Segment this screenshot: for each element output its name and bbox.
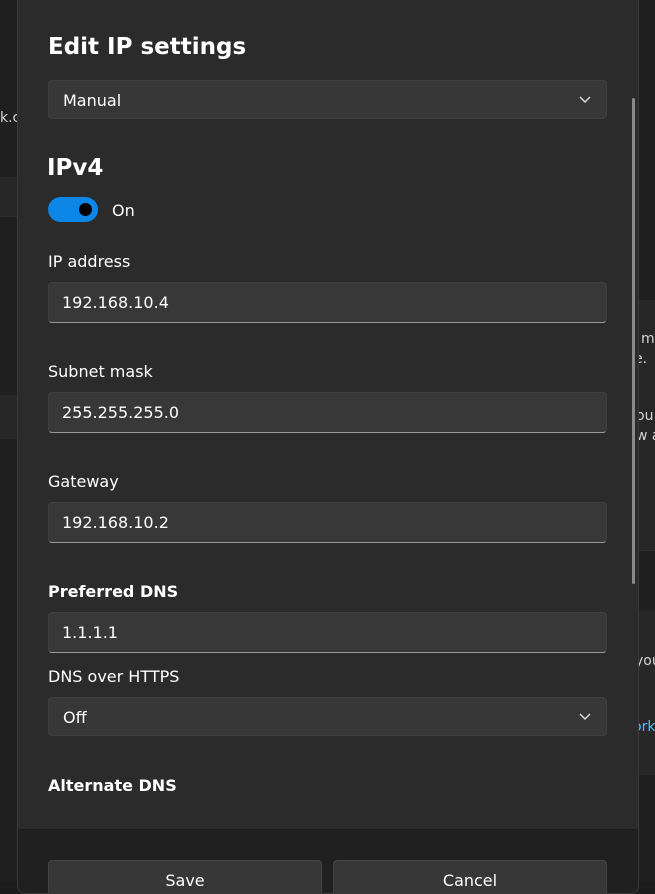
dialog-title: Edit IP settings <box>48 34 246 60</box>
edit-ip-settings-dialog: Edit IP settings Manual IPv4 On IP addre… <box>17 0 639 894</box>
dns-over-https-label: DNS over HTTPS <box>48 667 179 686</box>
subnet-mask-input[interactable] <box>49 393 606 432</box>
background-row <box>0 395 17 439</box>
gateway-label: Gateway <box>48 472 119 491</box>
dialog-content: Edit IP settings Manual IPv4 On IP addre… <box>18 0 638 829</box>
background-row <box>0 177 17 217</box>
ip-address-input[interactable] <box>49 283 606 322</box>
ip-mode-value: Manual <box>63 91 121 110</box>
subnet-mask-label: Subnet mask <box>48 362 153 381</box>
preferred-dns-input[interactable] <box>49 613 606 652</box>
ipv4-heading: IPv4 <box>47 155 103 181</box>
background-card <box>637 610 655 775</box>
ipv4-toggle[interactable] <box>48 197 98 222</box>
ip-address-field[interactable] <box>48 282 607 323</box>
background-divider <box>637 550 655 551</box>
dns-over-https-value: Off <box>63 708 87 727</box>
chevron-down-icon <box>578 92 592 106</box>
gateway-field[interactable] <box>48 502 607 543</box>
cancel-button[interactable]: Cancel <box>333 860 607 894</box>
dialog-footer: Save Cancel <box>18 829 638 894</box>
toggle-knob <box>79 203 92 216</box>
ipv4-toggle-label: On <box>112 201 135 220</box>
background-divider <box>0 216 17 217</box>
dialog-scrollbar[interactable] <box>632 98 635 584</box>
chevron-down-icon <box>578 709 592 723</box>
ip-address-label: IP address <box>48 252 130 271</box>
ip-mode-dropdown[interactable]: Manual <box>48 80 607 119</box>
preferred-dns-field[interactable] <box>48 612 607 653</box>
preferred-dns-label: Preferred DNS <box>48 582 178 601</box>
gateway-input[interactable] <box>49 503 606 542</box>
background-text-fragment: m <box>641 331 655 347</box>
alternate-dns-label: Alternate DNS <box>48 776 177 795</box>
subnet-mask-field[interactable] <box>48 392 607 433</box>
dns-over-https-dropdown[interactable]: Off <box>48 697 607 736</box>
save-button[interactable]: Save <box>48 860 322 894</box>
